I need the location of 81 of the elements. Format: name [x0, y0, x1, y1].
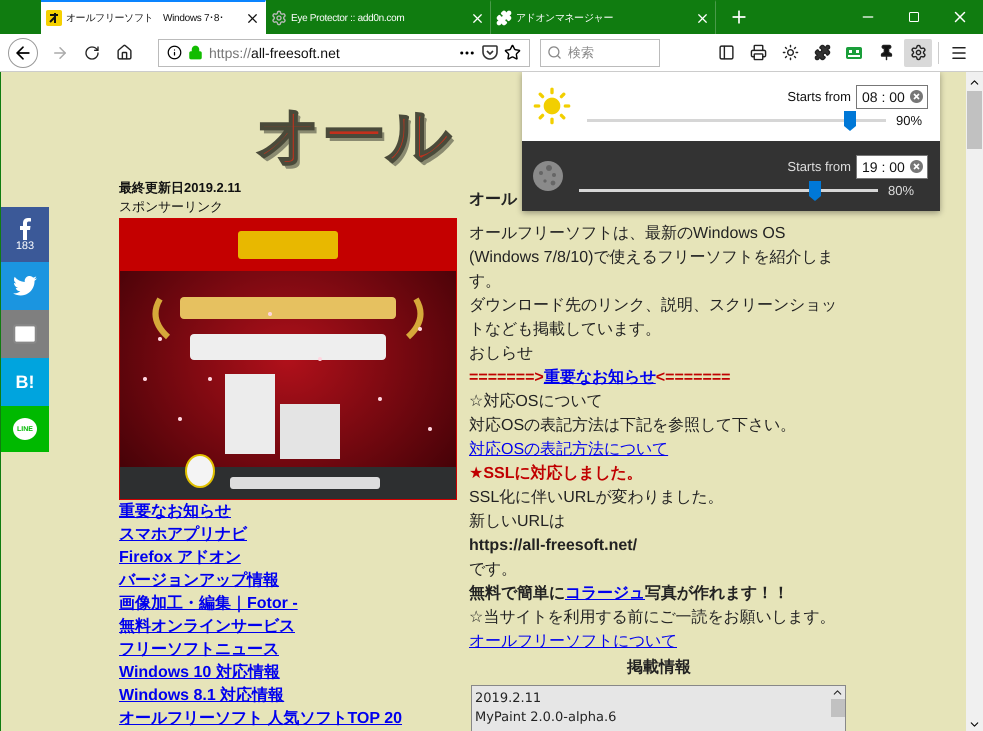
- updated-date: 最終更新日2019.2.11: [119, 179, 242, 197]
- bird-icon: [13, 276, 37, 296]
- toolbar-button[interactable]: [904, 38, 932, 66]
- start-label: Starts from: [787, 89, 851, 104]
- moon-icon: [532, 160, 564, 192]
- alert-text: =======>: [469, 369, 544, 386]
- facebook-icon: [19, 218, 31, 240]
- share-button[interactable]: [1, 262, 49, 310]
- search-icon: [547, 45, 562, 60]
- paragraph-text: オールフリーソフトは、最新のWindows OS (Windows 7/8/10)で使えるフリーソフトを紹介します。: [469, 225, 834, 290]
- share-button[interactable]: [1, 310, 49, 358]
- address-bar[interactable]: https://all-freesoft.net: [158, 38, 530, 66]
- time-field[interactable]: 19 : 00: [856, 154, 928, 178]
- text-link[interactable]: オールフリーソフトについて: [469, 633, 677, 650]
- home-icon: [116, 44, 132, 61]
- paragraph-text: ダウンロード先のリンク、説明、スクリーンショットなども掲載しています。: [469, 297, 837, 338]
- site-logo: オール: [256, 98, 452, 175]
- paragraph-text: SSL化に伴いURLが変わりました。: [469, 489, 724, 506]
- nav-link[interactable]: Windows 8.1 対応情報: [119, 684, 284, 707]
- nav-link[interactable]: オールフリーソフト 人気ソフトTOP 20: [119, 707, 402, 730]
- gear-icon: [271, 10, 287, 26]
- emphasis-text: 無料で簡単に: [469, 585, 565, 602]
- paragraph-text: おしらせ: [469, 345, 533, 362]
- sun-icon: [782, 44, 798, 61]
- paragraph-text: ☆対応OSについて: [469, 393, 602, 410]
- robot-icon: [845, 46, 863, 60]
- back-button[interactable]: [8, 38, 38, 68]
- update-list[interactable]: 2019.2.11 MyPaint 2.0.0-alpha.6: [471, 685, 846, 731]
- paragraph-text: ☆当サイトを利用する前にご一読をお願いします。: [469, 609, 836, 626]
- paragraph-text: 対応OSの表記方法は下記を参照して下さい。: [469, 417, 796, 434]
- list-item[interactable]: MyPaint 2.0.0-alpha.6: [475, 708, 827, 727]
- nav-link[interactable]: Firefox アドオン: [119, 546, 241, 569]
- share-count: 183: [16, 240, 34, 252]
- emphasis-text: 写真が作れます！！: [645, 585, 789, 602]
- puzzle-icon: [496, 10, 512, 26]
- nav-link[interactable]: フリーソフトニュース: [119, 638, 279, 661]
- maximize-icon[interactable]: [908, 11, 920, 23]
- nav-link[interactable]: 無料オンラインサービス: [119, 615, 295, 638]
- url-text: https://all-freesoft.net: [209, 44, 341, 60]
- info-icon[interactable]: [167, 45, 182, 60]
- clear-icon[interactable]: [910, 160, 923, 173]
- lock-icon: [188, 45, 203, 60]
- site-icon: [46, 10, 62, 26]
- slider-thumb[interactable]: [809, 180, 822, 200]
- sun-icon: [532, 86, 572, 126]
- slider-thumb[interactable]: [844, 110, 856, 130]
- emphasis-text: https://all-freesoft.net/: [469, 537, 638, 554]
- scroll-thumb[interactable]: [830, 699, 844, 717]
- nav-link[interactable]: 画像加工・編集｜Fotor -: [119, 592, 298, 615]
- pocket-icon[interactable]: [482, 45, 498, 60]
- clear-icon[interactable]: [910, 90, 923, 103]
- section-heading: オール: [469, 190, 517, 210]
- puzzle-icon: [814, 44, 830, 61]
- start-label: Starts from: [787, 159, 851, 174]
- browser-tab[interactable]: オールフリーソフト Windows 7･8･: [41, 0, 266, 34]
- alert-text: <=======: [656, 369, 730, 386]
- settings-icon: [910, 44, 926, 61]
- section-heading: 掲載情報: [626, 658, 692, 678]
- text-link[interactable]: コラージュ: [565, 585, 645, 602]
- nav-link[interactable]: 重要なお知らせ: [119, 500, 231, 523]
- printer-icon: [750, 44, 766, 61]
- sponsor-label: スポンサーリンク: [119, 198, 224, 216]
- search-field[interactable]: 検索: [540, 38, 660, 66]
- text-link[interactable]: 対応OSの表記方法について: [469, 441, 668, 458]
- paragraph-text: 新しいURLは: [469, 513, 566, 530]
- reload-icon: [84, 44, 100, 60]
- time-field[interactable]: 08 : 00: [856, 84, 928, 108]
- alert-text: ★SSLに対応しました。: [469, 465, 642, 482]
- hatena-logo: B!: [16, 372, 34, 392]
- sidebar-icon: [718, 44, 734, 61]
- opacity-reading: 80%: [888, 182, 914, 198]
- scroll-thumb[interactable]: [967, 91, 982, 149]
- paragraph-text: です。: [469, 561, 517, 578]
- text-link[interactable]: 重要なお知らせ: [544, 369, 656, 386]
- list-item[interactable]: 2019.2.11: [475, 689, 827, 708]
- nav-link[interactable]: バージョンアップ情報: [119, 569, 279, 592]
- opacity-reading: 90%: [896, 112, 922, 128]
- share-button[interactable]: 183: [1, 207, 49, 262]
- nav-link[interactable]: スマホアプリナビ: [119, 523, 247, 546]
- nav-link[interactable]: Windows 10 対応情報: [119, 661, 280, 684]
- star-icon[interactable]: [504, 44, 521, 61]
